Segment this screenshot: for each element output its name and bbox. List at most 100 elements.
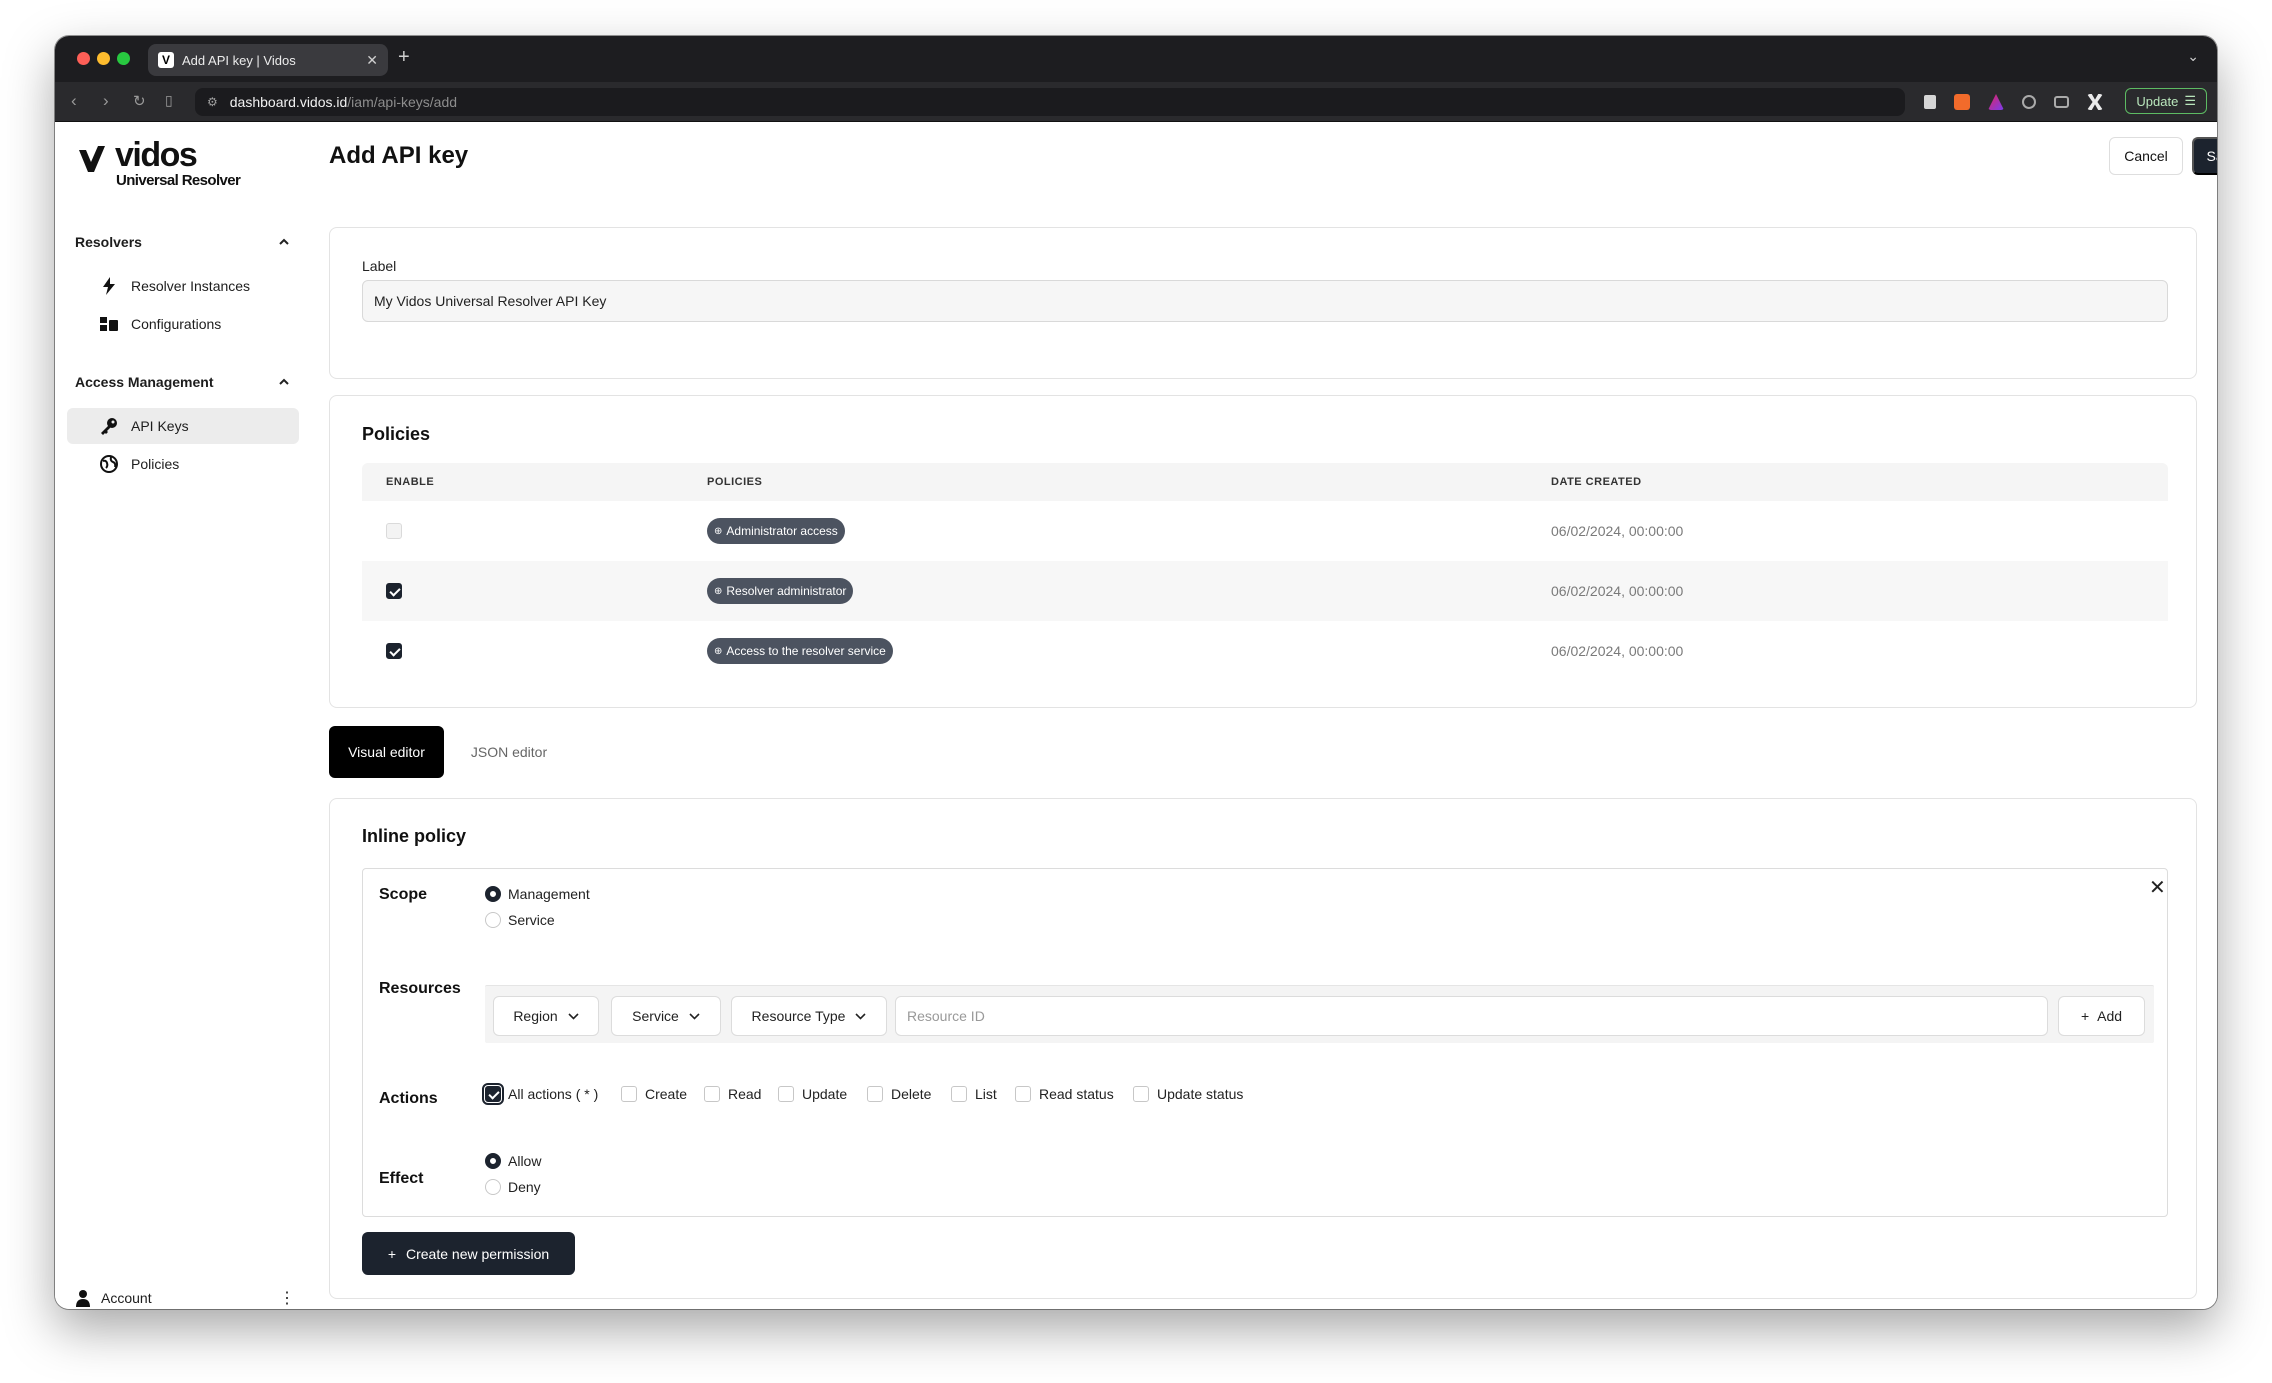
- effect-deny-label[interactable]: Deny: [508, 1179, 541, 1195]
- address-bar[interactable]: ⚙ dashboard.vidos.id /iam/api-keys/add: [195, 88, 1905, 116]
- region-dropdown[interactable]: Region: [493, 996, 599, 1036]
- scope-label: Scope: [379, 886, 428, 903]
- action-read-status-label[interactable]: Read status: [1039, 1086, 1114, 1102]
- label-field-label: Label: [362, 258, 397, 274]
- cancel-button[interactable]: Cancel: [2109, 137, 2183, 175]
- tools-icon[interactable]: [2087, 94, 2103, 110]
- main-content: Add API key Cancel Save Label My Vidos U…: [329, 122, 2217, 1309]
- maximize-window-button[interactable]: [117, 52, 130, 65]
- column-header-enable: ENABLE: [386, 476, 435, 488]
- scope-management-label[interactable]: Management: [508, 886, 590, 902]
- inline-policy-card: Inline policy ✕ Scope Management Service…: [329, 798, 2197, 1299]
- action-list-checkbox[interactable]: [951, 1086, 967, 1102]
- action-read-checkbox[interactable]: [704, 1086, 720, 1102]
- actions-label: Actions: [379, 1090, 438, 1107]
- resource-type-dropdown-label: Resource Type: [751, 1008, 846, 1024]
- tab-json-editor[interactable]: JSON editor: [459, 726, 559, 778]
- tab-title: Add API key | Vidos: [182, 52, 296, 68]
- reload-icon[interactable]: ↻: [133, 92, 146, 110]
- add-resource-button[interactable]: + Add: [2058, 996, 2145, 1036]
- update-label: Update: [2136, 93, 2179, 109]
- vidos-logo[interactable]: vidos Universal Resolver: [77, 136, 247, 189]
- scope-management-radio[interactable]: [485, 886, 501, 902]
- site-settings-icon[interactable]: ⚙: [207, 95, 218, 109]
- nav-section-resolvers[interactable]: Resolvers: [75, 230, 291, 254]
- action-all-checkbox[interactable]: [482, 1083, 504, 1105]
- action-update-label[interactable]: Update: [802, 1086, 847, 1102]
- action-all-label[interactable]: All actions ( * ): [508, 1086, 598, 1102]
- account-menu[interactable]: Account ⋮: [75, 1286, 295, 1309]
- globe-icon: ⊕: [714, 645, 723, 657]
- permission-box: ✕ Scope Management Service Resources Reg…: [362, 868, 2168, 1217]
- policy-name: Access to the resolver service: [726, 644, 886, 658]
- close-tab-icon[interactable]: ✕: [366, 52, 378, 69]
- browser-tab-bar: V Add API key | Vidos ✕ + ⌄: [55, 36, 2217, 82]
- account-label: Account: [101, 1290, 152, 1306]
- action-create-checkbox[interactable]: [621, 1086, 637, 1102]
- action-update-status-checkbox[interactable]: [1133, 1086, 1149, 1102]
- date-created: 06/02/2024, 00:00:00: [1551, 583, 1684, 599]
- action-delete-label[interactable]: Delete: [891, 1086, 931, 1102]
- globe-icon: [99, 455, 119, 473]
- action-update-checkbox[interactable]: [778, 1086, 794, 1102]
- policy-badge[interactable]: ⊕ Access to the resolver service: [707, 638, 893, 664]
- resource-id-input[interactable]: Resource ID: [895, 996, 2048, 1036]
- tab-visual-editor[interactable]: Visual editor: [329, 726, 444, 778]
- back-icon[interactable]: ‹: [71, 91, 77, 111]
- close-window-button[interactable]: [77, 52, 90, 65]
- service-dropdown[interactable]: Service: [611, 996, 721, 1036]
- tab-list-chevron-icon[interactable]: ⌄: [2187, 48, 2199, 65]
- extensions-icon[interactable]: [2022, 95, 2036, 109]
- action-list-label[interactable]: List: [975, 1086, 997, 1102]
- menu-icon: ☰: [2184, 93, 2196, 108]
- plus-icon: +: [2080, 1008, 2090, 1024]
- label-input[interactable]: My Vidos Universal Resolver API Key: [362, 280, 2168, 322]
- effect-allow-radio[interactable]: [485, 1153, 501, 1169]
- effect-deny-radio[interactable]: [485, 1179, 501, 1195]
- bookmark-icon[interactable]: ▯: [165, 92, 173, 109]
- action-delete-checkbox[interactable]: [867, 1086, 883, 1102]
- sidebar-item-policies[interactable]: Policies: [67, 446, 299, 482]
- globe-icon: ⊕: [714, 525, 723, 537]
- policy-name: Resolver administrator: [726, 584, 847, 598]
- policies-table-header: ENABLE POLICIES DATE CREATED: [362, 463, 2168, 501]
- enable-checkbox[interactable]: [386, 643, 402, 659]
- create-new-permission-button[interactable]: + Create new permission: [362, 1232, 575, 1275]
- sidebar-item-configurations[interactable]: Configurations: [67, 306, 299, 342]
- share-icon[interactable]: [1924, 95, 1936, 109]
- resource-type-dropdown[interactable]: Resource Type: [731, 996, 887, 1036]
- policy-name: Administrator access: [726, 524, 838, 538]
- policy-badge[interactable]: ⊕ Administrator access: [707, 518, 845, 544]
- action-read-label[interactable]: Read: [728, 1086, 761, 1102]
- brave-shield-icon[interactable]: [1954, 94, 1970, 110]
- brave-rewards-icon[interactable]: [1988, 94, 2004, 110]
- more-vertical-icon[interactable]: ⋮: [279, 1288, 295, 1308]
- action-read-status-checkbox[interactable]: [1015, 1086, 1031, 1102]
- wallet-icon[interactable]: [2054, 96, 2069, 108]
- save-button[interactable]: Save: [2192, 137, 2217, 175]
- close-icon[interactable]: ✕: [2149, 875, 2166, 900]
- scope-service-radio[interactable]: [485, 912, 501, 928]
- nav-section-access-management[interactable]: Access Management: [75, 370, 291, 394]
- action-update-status-label[interactable]: Update status: [1157, 1086, 1243, 1102]
- policy-badge[interactable]: ⊕ Resolver administrator: [707, 578, 854, 604]
- minimize-window-button[interactable]: [97, 52, 110, 65]
- app-root: vidos Universal Resolver Resolvers Resol…: [55, 122, 2217, 1309]
- new-tab-icon[interactable]: +: [398, 46, 410, 69]
- policies-title: Policies: [362, 424, 431, 444]
- chevron-up-icon: [279, 238, 289, 245]
- table-row: ⊕ Resolver administrator 06/02/2024, 00:…: [362, 561, 2168, 621]
- effect-allow-label[interactable]: Allow: [508, 1153, 541, 1169]
- forward-icon[interactable]: ›: [103, 91, 109, 111]
- scope-service-label[interactable]: Service: [508, 912, 555, 928]
- action-create-label[interactable]: Create: [645, 1086, 687, 1102]
- sidebar-item-resolver-instances[interactable]: Resolver Instances: [67, 268, 299, 304]
- inline-policy-title: Inline policy: [362, 826, 467, 846]
- browser-tab[interactable]: V Add API key | Vidos ✕: [148, 44, 388, 76]
- enable-checkbox[interactable]: [386, 523, 402, 539]
- update-browser-button[interactable]: Update ☰: [2125, 88, 2207, 114]
- key-icon: [99, 417, 119, 435]
- page-title: Add API key: [329, 142, 469, 169]
- enable-checkbox[interactable]: [386, 583, 402, 599]
- sidebar-item-api-keys[interactable]: API Keys: [67, 408, 299, 444]
